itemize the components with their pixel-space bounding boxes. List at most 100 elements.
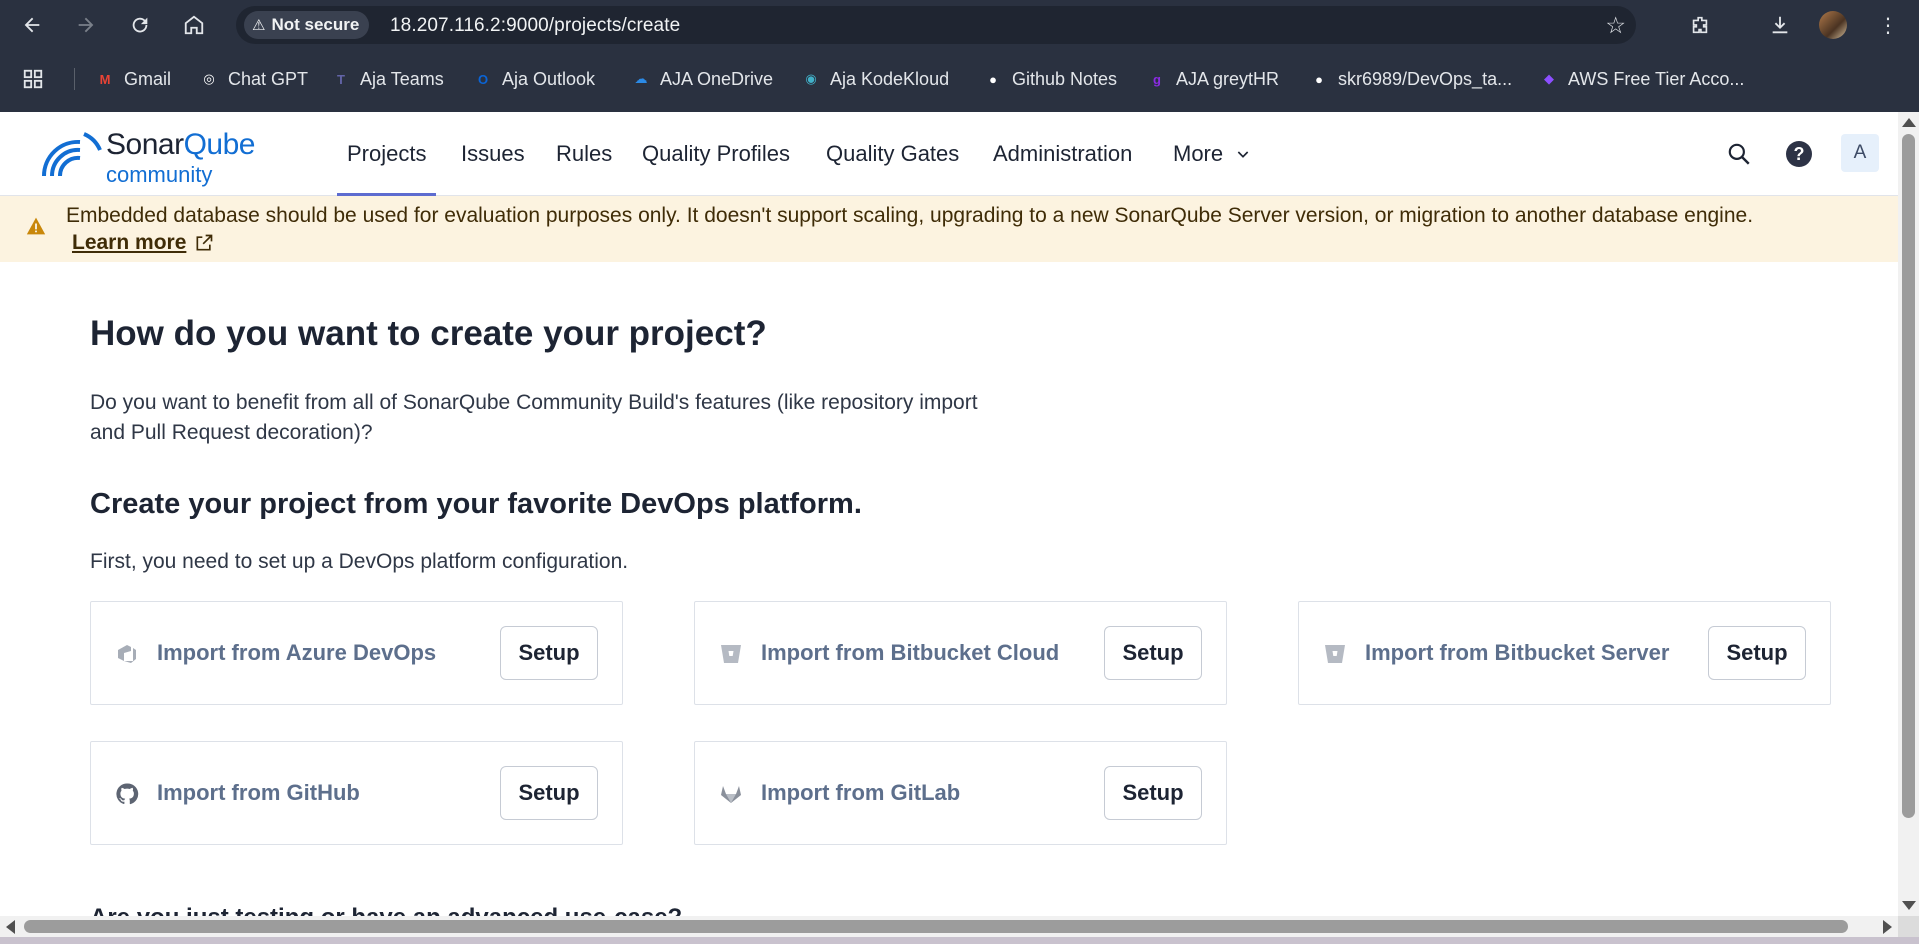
onedrive-icon: ☁ xyxy=(634,71,648,86)
bookmark-label: Aja KodeKloud xyxy=(830,68,950,89)
scroll-right-arrow-icon[interactable] xyxy=(1883,920,1892,934)
platform-label: Import from GitLab xyxy=(761,780,961,805)
reload-icon[interactable] xyxy=(124,9,156,41)
setup-bitbucket-server-button[interactable]: Setup xyxy=(1708,626,1806,680)
app-header: SonarQube community Projects Issues Rule… xyxy=(0,112,1898,196)
setup-gitlab-button[interactable]: Setup xyxy=(1104,766,1202,820)
bookmark-item[interactable]: ◎ Chat GPT xyxy=(198,64,308,94)
bookmark-label: Chat GPT xyxy=(228,68,309,89)
bookmark-item[interactable]: O Aja Outlook xyxy=(472,64,595,94)
nav-issues[interactable]: Issues xyxy=(461,112,525,196)
search-icon[interactable] xyxy=(1721,136,1757,172)
platform-card-bitbucket-cloud: Import from Bitbucket Cloud Setup xyxy=(694,601,1227,705)
aws-icon: ◆ xyxy=(1544,71,1554,86)
warning-triangle-icon: ⚠ xyxy=(252,17,266,34)
nav-administration[interactable]: Administration xyxy=(993,112,1132,196)
back-icon[interactable] xyxy=(16,9,48,41)
security-chip[interactable]: ⚠ Not secure xyxy=(244,11,370,39)
bookmark-label: AJA greytHR xyxy=(1176,68,1280,89)
bookmark-item[interactable]: ◆ AWS Free Tier Acco... xyxy=(1538,64,1744,94)
scroll-up-arrow-icon[interactable] xyxy=(1902,118,1916,127)
platform-label: Import from Azure DevOps xyxy=(157,640,437,665)
menu-kebab-icon[interactable]: ⋮ xyxy=(1872,9,1904,41)
greythr-icon: g xyxy=(1153,71,1161,87)
forward-icon[interactable] xyxy=(70,9,102,41)
address-bar[interactable]: ⚠ Not secure 18.207.116.2:9000/projects/… xyxy=(236,6,1636,44)
bookmark-label: Aja Teams xyxy=(360,68,444,89)
devops-section-title: Create your project from your favorite D… xyxy=(90,488,862,520)
bookmarks-bar: M Gmail ◎ Chat GPT T Aja Teams O Aja Outlook ☁ AJ… xyxy=(0,62,1919,96)
platform-card-github: Import from GitHub Setup xyxy=(90,741,623,845)
bookmark-star-icon[interactable]: ☆ xyxy=(1605,12,1626,39)
home-icon[interactable] xyxy=(178,9,210,41)
bookmark-item[interactable]: ● Github Notes xyxy=(982,64,1117,94)
bookmarks-separator xyxy=(74,68,75,90)
bookmark-label: Github Notes xyxy=(1012,68,1118,89)
download-icon[interactable] xyxy=(1764,9,1796,41)
banner-message: Embedded database should be used for eva… xyxy=(66,204,1754,227)
nav-rules[interactable]: Rules xyxy=(556,112,612,196)
platform-card-gitlab: Import from GitLab Setup xyxy=(694,741,1227,845)
bookmark-item[interactable]: ◉ Aja KodeKloud xyxy=(800,64,949,94)
help-icon[interactable]: ? xyxy=(1781,136,1817,172)
nav-more-label: More xyxy=(1173,141,1224,166)
page-title: How do you want to create your project? xyxy=(90,314,767,353)
profile-avatar[interactable] xyxy=(1819,11,1847,39)
main-content: How do you want to create your project? … xyxy=(0,262,1898,916)
bookmark-label: Gmail xyxy=(124,68,172,89)
horizontal-scrollbar[interactable] xyxy=(0,916,1898,937)
scroll-left-arrow-icon[interactable] xyxy=(6,920,15,934)
bookmark-item[interactable]: M Gmail xyxy=(94,64,171,94)
setup-bitbucket-cloud-button[interactable]: Setup xyxy=(1104,626,1202,680)
setup-github-button[interactable]: Setup xyxy=(500,766,598,820)
bookmark-item[interactable]: T Aja Teams xyxy=(330,64,444,94)
bookmark-label: AJA OneDrive xyxy=(660,68,774,89)
vertical-scroll-thumb[interactable] xyxy=(1902,134,1915,818)
scrollbar-corner xyxy=(1898,916,1919,937)
user-avatar[interactable]: A xyxy=(1841,134,1879,172)
azure-devops-icon xyxy=(115,642,139,666)
gitlab-icon xyxy=(719,782,743,806)
intro-text: Do you want to benefit from all of Sonar… xyxy=(90,388,1070,448)
extensions-icon[interactable] xyxy=(1684,9,1716,41)
sonarqube-waves-icon xyxy=(41,132,102,177)
nav-quality-profiles[interactable]: Quality Profiles xyxy=(642,112,790,196)
bitbucket-icon xyxy=(1323,642,1347,666)
platform-card-bitbucket-server: Import from Bitbucket Server Setup xyxy=(1298,601,1831,705)
security-label: Not secure xyxy=(271,15,360,34)
bookmark-label: skr6989/DevOps_ta... xyxy=(1338,68,1513,89)
bookmark-item[interactable]: ● skr6989/DevOps_ta... xyxy=(1308,64,1512,94)
nav-more[interactable]: More xyxy=(1173,112,1251,196)
horizontal-scroll-thumb[interactable] xyxy=(24,920,1848,933)
external-link-icon xyxy=(196,234,213,251)
browser-chrome: ⚠ Not secure 18.207.116.2:9000/projects/… xyxy=(0,0,1919,112)
learn-more-link[interactable]: Learn more xyxy=(72,231,214,255)
learn-more-label: Learn more xyxy=(72,231,187,254)
url-text[interactable]: 18.207.116.2:9000/projects/create xyxy=(390,15,680,37)
setup-azure-button[interactable]: Setup xyxy=(500,626,598,680)
nav-quality-gates[interactable]: Quality Gates xyxy=(826,112,959,196)
chevron-down-icon xyxy=(1237,151,1249,158)
logo-wordmark: SonarQube xyxy=(106,128,255,161)
vertical-scrollbar[interactable] xyxy=(1898,112,1919,916)
warning-banner: Embedded database should be used for eva… xyxy=(0,196,1898,262)
teams-icon: T xyxy=(337,71,345,87)
apps-grid-icon[interactable] xyxy=(22,64,44,94)
gmail-icon: M xyxy=(99,71,111,87)
outlook-icon: O xyxy=(477,71,489,87)
bookmark-item[interactable]: ☁ AJA OneDrive xyxy=(630,64,774,94)
logo-subtitle: community xyxy=(106,162,213,187)
github-icon: ● xyxy=(1315,71,1323,87)
nav-projects[interactable]: Projects xyxy=(336,112,438,196)
github-icon: ● xyxy=(989,71,997,87)
bookmark-label: AWS Free Tier Acco... xyxy=(1568,68,1745,89)
chatgpt-icon: ◎ xyxy=(203,71,215,86)
scroll-down-arrow-icon[interactable] xyxy=(1902,901,1916,910)
platform-label: Import from GitHub xyxy=(157,780,360,805)
kodekloud-icon: ◉ xyxy=(805,71,817,86)
bookmark-item[interactable]: g AJA greytHR xyxy=(1146,64,1279,94)
sonarqube-logo[interactable]: SonarQube community xyxy=(40,124,280,187)
platform-card-azure: Import from Azure DevOps Setup xyxy=(90,601,623,705)
browser-toolbar: ⚠ Not secure 18.207.116.2:9000/projects/… xyxy=(0,0,1919,50)
platform-label: Import from Bitbucket Cloud xyxy=(761,640,1060,665)
